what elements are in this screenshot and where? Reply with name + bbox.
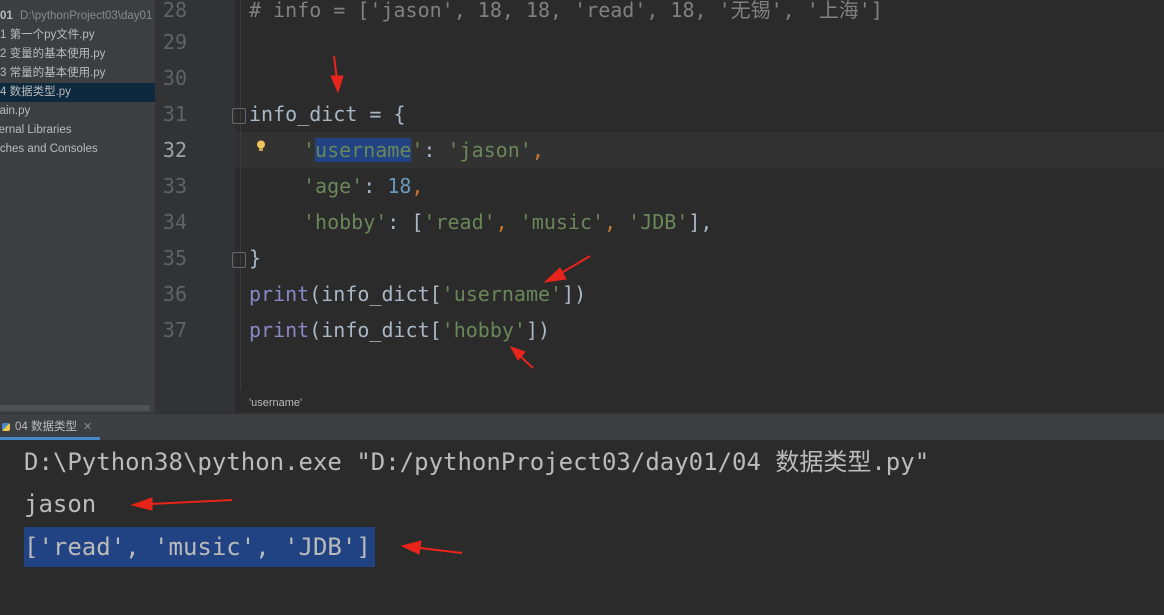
code-line-31: info_dict = { <box>249 96 406 132</box>
code-token: , <box>531 138 544 162</box>
tree-file-item[interactable]: main.py <box>0 102 145 121</box>
code-token: , <box>495 210 520 234</box>
line-number: 30 <box>162 66 187 90</box>
tree-file-label: 2 变量的基本使用.py <box>0 48 106 60</box>
console-line: D:\Python38\python.exe "D:/pythonProject… <box>24 448 930 476</box>
editor-breadcrumb[interactable]: 'username' <box>240 393 1164 413</box>
code-line-37: print(info_dict['hobby']) <box>249 312 550 348</box>
code-line-32: 'username': 'jason', <box>303 132 544 168</box>
code-token: print <box>249 282 310 306</box>
tree-file-item[interactable]: 2 变量的基本使用.py <box>0 45 155 64</box>
code-token: = { <box>357 102 406 126</box>
code-token: info_dict <box>249 102 358 126</box>
close-icon[interactable]: ✕ <box>83 421 92 433</box>
code-token: ], <box>688 210 713 234</box>
code-token: 'hobby' <box>303 210 388 234</box>
code-token: ]) <box>525 318 551 342</box>
project-tree: 01 D:\pythonProject03\day01 1 第一个py文件.py… <box>0 0 155 413</box>
code-token: : [ <box>387 210 424 234</box>
code-token: print <box>249 318 310 342</box>
line-number: 37 <box>162 318 187 342</box>
tree-file-label: 3 常量的基本使用.py <box>0 67 106 79</box>
tree-file-label: 4 数据类型.py <box>0 86 71 98</box>
tree-root-path: D:\pythonProject03\day01 <box>20 10 153 22</box>
fold-marker-icon[interactable] <box>232 252 246 268</box>
tree-external-libraries[interactable]: External Libraries <box>0 121 137 140</box>
tree-root-label: 01 <box>0 10 13 22</box>
lightbulb-icon[interactable] <box>256 140 266 152</box>
code-line-35: } <box>249 246 262 270</box>
tree-external-libraries-label: External Libraries <box>0 124 72 136</box>
tree-file-item[interactable]: 3 常量的基本使用.py <box>0 64 155 83</box>
run-tab[interactable]: 04 数据类型 ✕ <box>0 414 101 440</box>
line-number: 36 <box>162 282 187 306</box>
code-token: (info_dict[ <box>309 282 442 306</box>
console-line: jason <box>24 490 97 518</box>
line-number-current: 32 <box>162 138 187 162</box>
code-line-28: # info = ['jason', 18, 18, 'read', 18, '… <box>249 0 883 22</box>
code-token: : <box>363 174 388 198</box>
code-line-34: 'hobby': ['read', 'music', 'JDB'], <box>303 204 712 240</box>
python-file-icon <box>2 422 10 431</box>
code-token: 18 <box>387 174 412 198</box>
code-token: : <box>423 138 448 162</box>
tree-scratches-label: Scratches and Consoles <box>0 143 98 155</box>
line-number: 34 <box>162 210 187 234</box>
tree-file-label: main.py <box>0 105 31 117</box>
tree-file-label: 1 第一个py文件.py <box>0 29 95 41</box>
tree-scratches[interactable]: Scratches and Consoles <box>0 140 128 159</box>
line-number: 29 <box>162 30 187 54</box>
code-token: 'JDB' <box>628 210 689 234</box>
code-token: , <box>411 174 424 198</box>
code-token: , <box>604 210 629 234</box>
run-tab-bar: 04 数据类型 ✕ <box>0 413 1164 440</box>
code-token: (info_dict[ <box>309 318 442 342</box>
console-line-selected: ['read', 'music', 'JDB'] <box>24 527 375 567</box>
code-line-33: 'age': 18, <box>303 168 423 204</box>
code-token: ' <box>411 138 424 162</box>
code-token: 'username' <box>441 282 563 306</box>
code-token: 'hobby' <box>441 318 526 342</box>
gutter-divider <box>240 0 241 390</box>
fold-marker-icon[interactable] <box>232 108 246 124</box>
code-token: 'age' <box>303 174 364 198</box>
code-token: ' <box>303 138 316 162</box>
tree-file-item[interactable]: 1 第一个py文件.py <box>0 26 155 45</box>
code-token-selected: username <box>315 138 412 162</box>
code-token: 'read' <box>423 210 496 234</box>
code-token: 'jason' <box>447 138 532 162</box>
line-number: 35 <box>162 246 187 270</box>
line-number: 31 <box>162 102 187 126</box>
tree-file-item-selected[interactable]: 4 数据类型.py <box>0 83 155 102</box>
code-line-36: print(info_dict['username']) <box>249 276 586 312</box>
sidebar-scrollbar[interactable] <box>0 405 150 411</box>
run-tab-label: 04 数据类型 <box>15 421 77 433</box>
tree-root[interactable]: 01 D:\pythonProject03\day01 <box>0 7 155 26</box>
code-token: 'music' <box>519 210 605 234</box>
code-token: ]) <box>562 282 587 306</box>
line-number: 33 <box>162 174 187 198</box>
